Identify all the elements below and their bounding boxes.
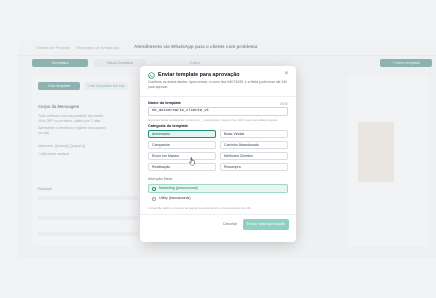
intent-option-label: Marketing (promocional) bbox=[159, 186, 198, 190]
radio-icon bbox=[152, 187, 156, 191]
submit-for-approval-button[interactable]: Enviar para aprovação bbox=[243, 219, 289, 230]
category-option-boas-vindas[interactable]: Boas-Vindas bbox=[220, 130, 288, 138]
intent-option-label: Utility (transacional) bbox=[159, 196, 191, 200]
submit-template-dialog: Enviar template para aprovação × Confirm… bbox=[140, 66, 296, 242]
screen: Gestão de Pedidos Templates de WhatsApp … bbox=[0, 0, 436, 298]
character-counter: 25/30 bbox=[280, 102, 288, 106]
template-name-input[interactable]: nb_aniversario_cliente_v1 bbox=[148, 107, 288, 116]
close-icon[interactable]: × bbox=[283, 71, 290, 78]
intent-label: Intenção Meta bbox=[148, 177, 173, 181]
category-option-reativacao[interactable]: Reativação bbox=[148, 163, 216, 171]
category-option-recompra[interactable]: Recompra bbox=[220, 163, 288, 171]
category-option-carrinho-abandonado[interactable]: Carrinho Abandonado bbox=[220, 141, 288, 149]
category-option-melhores-clientes[interactable]: Melhores Clientes bbox=[220, 152, 288, 160]
template-name-label: Nome do template bbox=[148, 101, 181, 105]
divider bbox=[140, 96, 296, 97]
intent-note: A intenção define o custo e as regras de… bbox=[148, 206, 252, 210]
category-label: Categoria do template bbox=[148, 124, 188, 128]
dialog-description: Confirme os dados abaixo. Após enviar, o… bbox=[148, 80, 288, 89]
hand-cursor-icon bbox=[189, 157, 195, 166]
dialog-title: Enviar template para aprovação bbox=[158, 72, 240, 78]
category-option-campanha[interactable]: Campanha bbox=[148, 141, 216, 149]
category-option-aniversario[interactable]: Aniversário bbox=[148, 130, 216, 138]
template-name-hint: Somente letras minúsculas, números e _ (… bbox=[148, 118, 278, 122]
divider bbox=[140, 214, 296, 215]
intent-option-marketing[interactable]: Marketing (promocional) bbox=[148, 184, 288, 193]
intent-option-utility[interactable]: Utility (transacional) bbox=[148, 194, 288, 203]
category-option-envio-em-massa[interactable]: Envio em Massa bbox=[148, 152, 216, 160]
radio-icon bbox=[152, 197, 156, 201]
whatsapp-icon bbox=[148, 72, 155, 79]
cancel-button[interactable]: Cancelar bbox=[220, 220, 240, 229]
